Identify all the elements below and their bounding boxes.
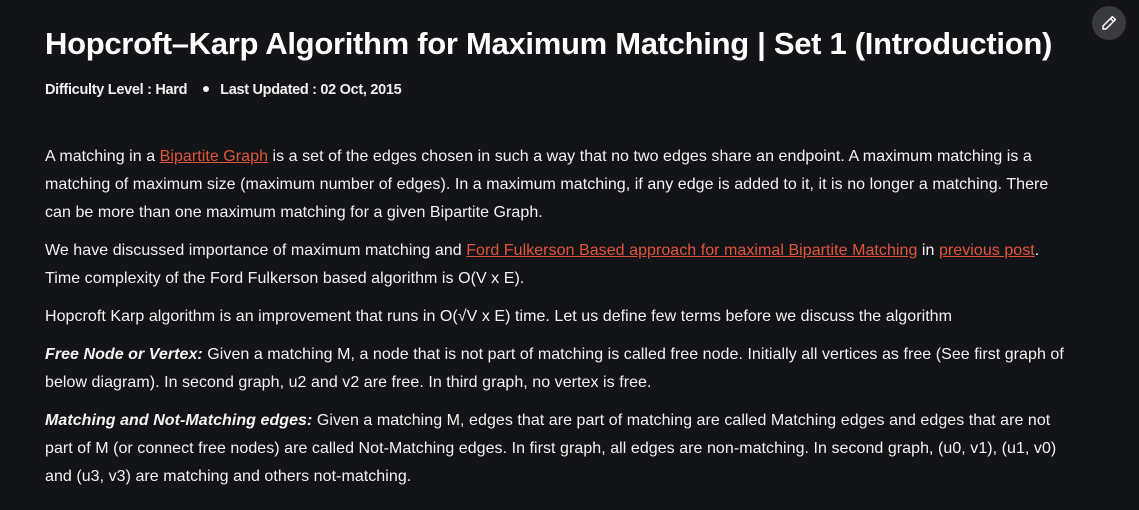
- link-bipartite-graph[interactable]: Bipartite Graph: [160, 148, 268, 165]
- paragraph: We have discussed importance of maximum …: [45, 242, 1040, 287]
- page-title: Hopcroft–Karp Algorithm for Maximum Matc…: [45, 26, 1052, 61]
- paragraph: Matching and Not-Matching edges: Given a…: [45, 412, 1057, 485]
- paragraph: Hopcroft Karp algorithm is an improvemen…: [45, 308, 953, 325]
- term-free-node: Free Node or Vertex:: [45, 346, 203, 363]
- difficulty-level: Difficulty Level : Hard: [45, 82, 188, 98]
- link-ford-fulkerson[interactable]: Ford Fulkerson Based approach for maxima…: [466, 242, 917, 259]
- paragraph: A matching in a Bipartite Graph is a set…: [45, 148, 1049, 221]
- separator-dot: [203, 86, 210, 93]
- article-meta: Difficulty Level : Hard Last Updated : 02…: [45, 82, 402, 98]
- article-content: A matching in a Bipartite Graph is a set…: [45, 143, 1075, 501]
- paragraph: Free Node or Vertex: Given a matching M,…: [45, 346, 1064, 391]
- term-matching-edges: Matching and Not-Matching edges:: [45, 412, 313, 429]
- edit-button[interactable]: [1092, 6, 1126, 40]
- link-previous-post[interactable]: previous post: [939, 242, 1035, 259]
- last-updated: Last Updated : 02 Oct, 2015: [220, 82, 402, 98]
- pencil-icon: [1102, 15, 1117, 30]
